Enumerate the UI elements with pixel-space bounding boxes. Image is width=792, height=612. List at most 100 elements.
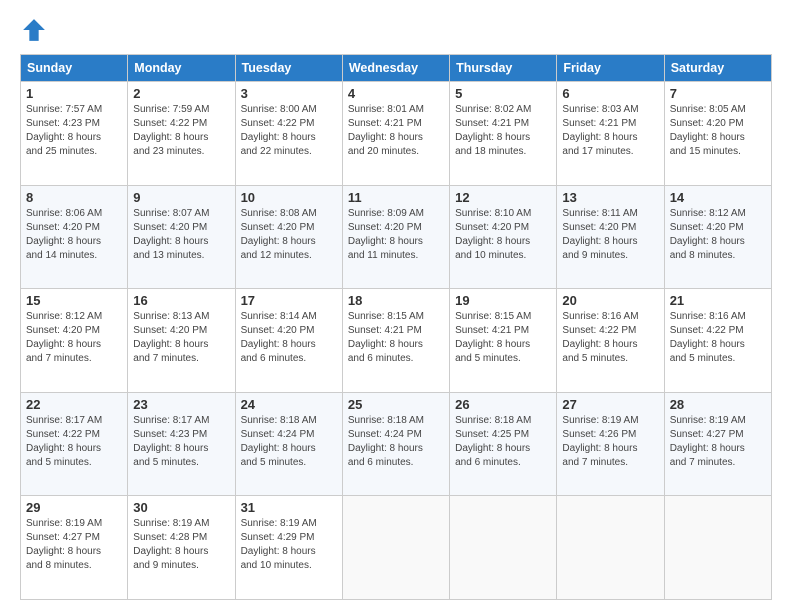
weekday-header-wednesday: Wednesday (342, 55, 449, 82)
day-number: 25 (348, 397, 444, 412)
calendar-cell: 19 Sunrise: 8:15 AM Sunset: 4:21 PM Dayli… (450, 289, 557, 393)
day-number: 9 (133, 190, 229, 205)
day-info: Sunrise: 8:09 AM Sunset: 4:20 PM Dayligh… (348, 207, 444, 263)
day-info: Sunrise: 8:18 AM Sunset: 4:24 PM Dayligh… (348, 414, 444, 470)
day-info: Sunrise: 7:59 AM Sunset: 4:22 PM Dayligh… (133, 103, 229, 159)
day-number: 24 (241, 397, 337, 412)
day-info: Sunrise: 8:15 AM Sunset: 4:21 PM Dayligh… (455, 310, 551, 366)
day-number: 5 (455, 86, 551, 101)
day-number: 17 (241, 293, 337, 308)
calendar-cell: 4Sunrise: 8:01 AM Sunset: 4:21 PM Daylig… (342, 82, 449, 186)
calendar-cell (342, 496, 449, 600)
calendar-cell: 27 Sunrise: 8:19 AM Sunset: 4:26 PM Dayli… (557, 392, 664, 496)
calendar-cell: 10 Sunrise: 8:08 AM Sunset: 4:20 PM Dayli… (235, 185, 342, 289)
calendar-cell: 18 Sunrise: 8:15 AM Sunset: 4:21 PM Dayli… (342, 289, 449, 393)
calendar-cell: 21 Sunrise: 8:16 AM Sunset: 4:22 PM Dayli… (664, 289, 771, 393)
day-info: Sunrise: 8:16 AM Sunset: 4:22 PM Dayligh… (670, 310, 766, 366)
day-info: Sunrise: 8:00 AM Sunset: 4:22 PM Dayligh… (241, 103, 337, 159)
day-number: 2 (133, 86, 229, 101)
day-number: 30 (133, 500, 229, 515)
weekday-header-row: SundayMondayTuesdayWednesdayThursdayFrid… (21, 55, 772, 82)
calendar-cell: 3 Sunrise: 8:00 AM Sunset: 4:22 PM Daylig… (235, 82, 342, 186)
day-info: Sunrise: 8:19 AM Sunset: 4:27 PM Dayligh… (670, 414, 766, 470)
day-number: 1 (26, 86, 122, 101)
calendar-cell (450, 496, 557, 600)
day-number: 29 (26, 500, 122, 515)
calendar-cell: 14 Sunrise: 8:12 AM Sunset: 4:20 PM Dayli… (664, 185, 771, 289)
day-info: Sunrise: 8:19 AM Sunset: 4:26 PM Dayligh… (562, 414, 658, 470)
calendar-cell: 26 Sunrise: 8:18 AM Sunset: 4:25 PM Dayli… (450, 392, 557, 496)
weekday-header-friday: Friday (557, 55, 664, 82)
day-number: 7 (670, 86, 766, 101)
calendar-cell: 22 Sunrise: 8:17 AM Sunset: 4:22 PM Dayli… (21, 392, 128, 496)
calendar-cell: 6Sunrise: 8:03 AM Sunset: 4:21 PM Daylig… (557, 82, 664, 186)
calendar-week-1: 1 Sunrise: 7:57 AM Sunset: 4:23 PM Daylig… (21, 82, 772, 186)
calendar-cell: 1 Sunrise: 7:57 AM Sunset: 4:23 PM Daylig… (21, 82, 128, 186)
day-number: 26 (455, 397, 551, 412)
calendar-cell: 8Sunrise: 8:06 AM Sunset: 4:20 PM Daylig… (21, 185, 128, 289)
day-number: 23 (133, 397, 229, 412)
day-number: 31 (241, 500, 337, 515)
calendar-cell: 31 Sunrise: 8:19 AM Sunset: 4:29 PM Dayli… (235, 496, 342, 600)
day-info: Sunrise: 8:17 AM Sunset: 4:22 PM Dayligh… (26, 414, 122, 470)
day-info: Sunrise: 8:19 AM Sunset: 4:29 PM Dayligh… (241, 517, 337, 573)
calendar-cell: 23 Sunrise: 8:17 AM Sunset: 4:23 PM Dayli… (128, 392, 235, 496)
day-info: Sunrise: 8:17 AM Sunset: 4:23 PM Dayligh… (133, 414, 229, 470)
day-info: Sunrise: 8:10 AM Sunset: 4:20 PM Dayligh… (455, 207, 551, 263)
calendar-cell: 13Sunrise: 8:11 AM Sunset: 4:20 PM Dayli… (557, 185, 664, 289)
calendar-cell: 15Sunrise: 8:12 AM Sunset: 4:20 PM Dayli… (21, 289, 128, 393)
day-info: Sunrise: 8:01 AM Sunset: 4:21 PM Dayligh… (348, 103, 444, 159)
calendar-cell: 12 Sunrise: 8:10 AM Sunset: 4:20 PM Dayli… (450, 185, 557, 289)
calendar-cell: 29 Sunrise: 8:19 AM Sunset: 4:27 PM Dayli… (21, 496, 128, 600)
day-info: Sunrise: 8:18 AM Sunset: 4:25 PM Dayligh… (455, 414, 551, 470)
day-number: 27 (562, 397, 658, 412)
calendar-cell: 11 Sunrise: 8:09 AM Sunset: 4:20 PM Dayli… (342, 185, 449, 289)
calendar-week-2: 8Sunrise: 8:06 AM Sunset: 4:20 PM Daylig… (21, 185, 772, 289)
calendar-cell (557, 496, 664, 600)
weekday-header-tuesday: Tuesday (235, 55, 342, 82)
day-info: Sunrise: 7:57 AM Sunset: 4:23 PM Dayligh… (26, 103, 122, 159)
calendar-cell: 7 Sunrise: 8:05 AM Sunset: 4:20 PM Daylig… (664, 82, 771, 186)
calendar-cell (664, 496, 771, 600)
calendar-cell: 5Sunrise: 8:02 AM Sunset: 4:21 PM Daylig… (450, 82, 557, 186)
weekday-header-sunday: Sunday (21, 55, 128, 82)
logo (20, 16, 52, 44)
day-number: 20 (562, 293, 658, 308)
day-info: Sunrise: 8:18 AM Sunset: 4:24 PM Dayligh… (241, 414, 337, 470)
day-number: 15 (26, 293, 122, 308)
calendar-cell: 24 Sunrise: 8:18 AM Sunset: 4:24 PM Dayli… (235, 392, 342, 496)
day-number: 16 (133, 293, 229, 308)
header (20, 16, 772, 44)
calendar-cell: 28 Sunrise: 8:19 AM Sunset: 4:27 PM Dayli… (664, 392, 771, 496)
calendar-cell: 20 Sunrise: 8:16 AM Sunset: 4:22 PM Dayli… (557, 289, 664, 393)
day-number: 12 (455, 190, 551, 205)
day-info: Sunrise: 8:08 AM Sunset: 4:20 PM Dayligh… (241, 207, 337, 263)
day-info: Sunrise: 8:15 AM Sunset: 4:21 PM Dayligh… (348, 310, 444, 366)
calendar-week-3: 15Sunrise: 8:12 AM Sunset: 4:20 PM Dayli… (21, 289, 772, 393)
page: SundayMondayTuesdayWednesdayThursdayFrid… (0, 0, 792, 612)
weekday-header-thursday: Thursday (450, 55, 557, 82)
weekday-header-monday: Monday (128, 55, 235, 82)
day-number: 13 (562, 190, 658, 205)
day-info: Sunrise: 8:07 AM Sunset: 4:20 PM Dayligh… (133, 207, 229, 263)
day-info: Sunrise: 8:03 AM Sunset: 4:21 PM Dayligh… (562, 103, 658, 159)
day-number: 14 (670, 190, 766, 205)
day-number: 19 (455, 293, 551, 308)
calendar-cell: 17Sunrise: 8:14 AM Sunset: 4:20 PM Dayli… (235, 289, 342, 393)
day-number: 11 (348, 190, 444, 205)
weekday-header-saturday: Saturday (664, 55, 771, 82)
day-info: Sunrise: 8:16 AM Sunset: 4:22 PM Dayligh… (562, 310, 658, 366)
day-number: 8 (26, 190, 122, 205)
day-info: Sunrise: 8:05 AM Sunset: 4:20 PM Dayligh… (670, 103, 766, 159)
day-info: Sunrise: 8:12 AM Sunset: 4:20 PM Dayligh… (670, 207, 766, 263)
day-number: 21 (670, 293, 766, 308)
calendar-cell: 9 Sunrise: 8:07 AM Sunset: 4:20 PM Daylig… (128, 185, 235, 289)
calendar-week-5: 29 Sunrise: 8:19 AM Sunset: 4:27 PM Dayli… (21, 496, 772, 600)
calendar-cell: 16Sunrise: 8:13 AM Sunset: 4:20 PM Dayli… (128, 289, 235, 393)
day-info: Sunrise: 8:19 AM Sunset: 4:27 PM Dayligh… (26, 517, 122, 573)
day-number: 10 (241, 190, 337, 205)
day-number: 22 (26, 397, 122, 412)
day-number: 28 (670, 397, 766, 412)
day-number: 3 (241, 86, 337, 101)
day-number: 18 (348, 293, 444, 308)
